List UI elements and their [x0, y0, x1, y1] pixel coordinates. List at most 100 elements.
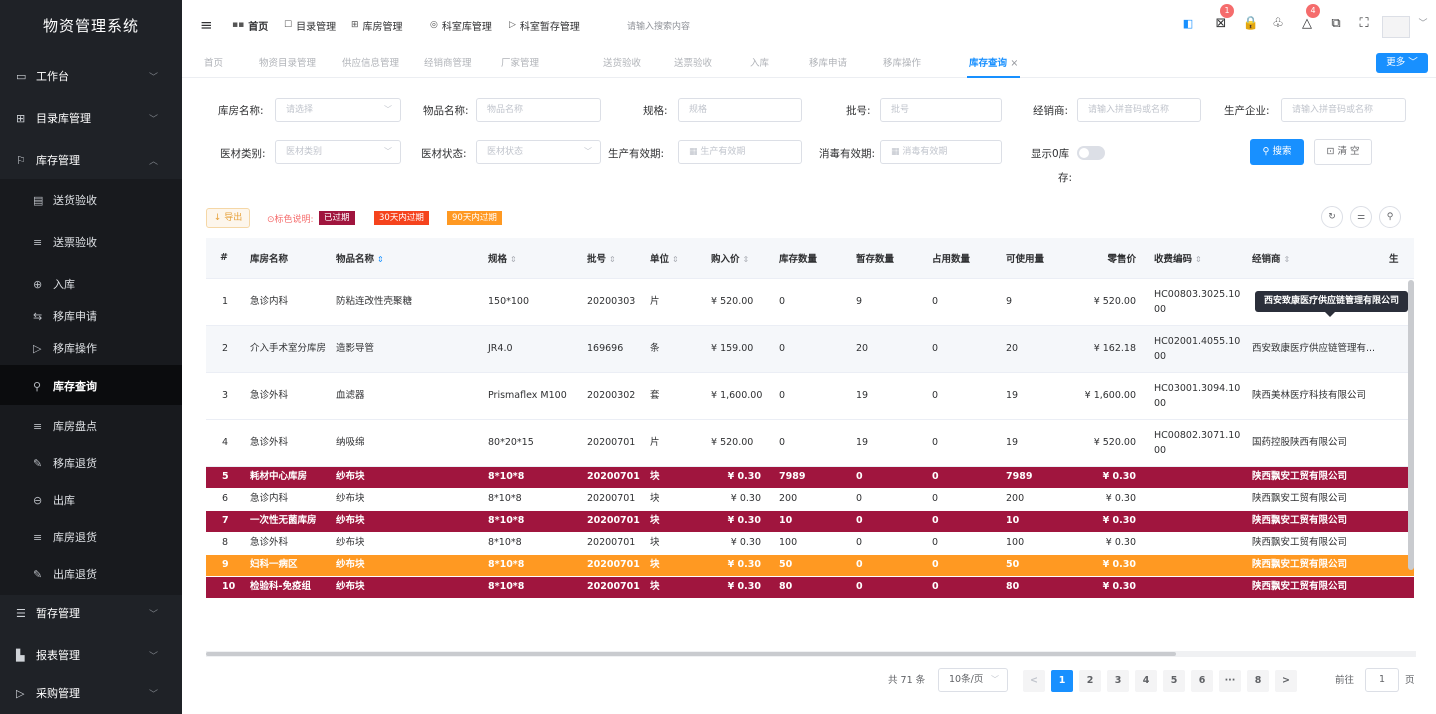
theme-shirt-icon[interactable]: ♧ [1267, 13, 1289, 35]
tab-stock-in[interactable]: 入库 [750, 50, 769, 78]
page-1-button[interactable]: 1 [1051, 670, 1073, 692]
sort-icon[interactable]: ⇕ [1195, 255, 1202, 264]
dealer-input[interactable]: 请输入拼音码或名称 [1077, 98, 1201, 122]
fullscreen-icon[interactable]: ⛶ [1353, 13, 1375, 35]
tab-home[interactable]: 首页 [204, 50, 223, 78]
sidebar-item-stocktaking[interactable]: ≡ 库房盘点 [0, 405, 182, 447]
table-row[interactable]: 3 急诊外科 血滤器 Prismaflex M100 20200302 套 ¥ … [206, 372, 1414, 420]
avatar[interactable] [1382, 16, 1410, 38]
next-page-button[interactable]: > [1275, 670, 1297, 692]
topnav-warehouse[interactable]: ⊞ 库房管理 [351, 0, 403, 50]
sidebar-item-invoice-check[interactable]: ≡ 送票验收 [0, 221, 182, 263]
sidebar-item-outbound-return[interactable]: ✎ 出库退货 [0, 553, 182, 595]
page-size-select[interactable]: 10条/页 ﹀ [938, 668, 1008, 692]
sidebar-item-delivery-check[interactable]: ▤ 送货验收 [0, 179, 182, 221]
sidebar-section-temp-storage[interactable]: ☰ 暂存管理 ﹀ [0, 592, 182, 634]
tab-transfer-operation[interactable]: 移库操作 [883, 50, 921, 78]
tab-delivery-check[interactable]: 送货验收 [603, 50, 641, 78]
translate-icon[interactable]: ⧉ [1325, 13, 1347, 35]
maker-input[interactable]: 请输入拼音码或名称 [1281, 98, 1406, 122]
spec-input[interactable]: 规格 [678, 98, 802, 122]
app-icon[interactable]: ◧ [1177, 13, 1199, 35]
close-icon[interactable]: × [1010, 58, 1018, 69]
sidebar-section-workbench[interactable]: ▭ 工作台 ﹀ [0, 55, 182, 97]
col-header-batch[interactable]: 批号 ⇕ [577, 238, 640, 279]
topnav-dept-warehouse[interactable]: ◎ 科室库管理 [430, 0, 492, 50]
table-row-expired[interactable]: 7 一次性无菌库房 纱布块 8*10*8 20200701 块 ¥ 0.30 1… [206, 510, 1414, 533]
sort-icon[interactable]: ⇕ [672, 255, 679, 264]
sidebar-section-inventory[interactable]: ⚐ 库存管理 ︿ [0, 139, 182, 181]
col-header-dealer[interactable]: 经销商 ⇕ [1242, 238, 1379, 279]
page-5-button[interactable]: 5 [1163, 670, 1185, 692]
tab-manufacturer[interactable]: 厂家管理 [501, 50, 539, 78]
cell-index: 6 [206, 488, 240, 511]
warehouse-select[interactable]: 请选择 ﹀ [275, 98, 401, 122]
refresh-icon[interactable]: ↻ [1321, 206, 1343, 228]
sort-icon[interactable]: ⇕ [743, 255, 750, 264]
prod-expiry-date-picker[interactable]: ▦ 生产有效期 [678, 140, 802, 164]
page-3-button[interactable]: 3 [1107, 670, 1129, 692]
page-2-button[interactable]: 2 [1079, 670, 1101, 692]
tab-invoice-check[interactable]: 送票验收 [674, 50, 712, 78]
status-select[interactable]: 医材状态 ﹀ [476, 140, 601, 164]
search-toggle-icon[interactable]: ⚲ [1379, 206, 1401, 228]
sidebar-item-stock-out[interactable]: ⊖ 出库 [0, 479, 182, 521]
page-6-button[interactable]: 6 [1191, 670, 1213, 692]
scrollbar-thumb[interactable] [206, 652, 1176, 656]
export-button[interactable]: ↓ 导出 [206, 208, 250, 228]
batch-input[interactable]: 批号 [880, 98, 1002, 122]
edit-icon: ✎ [33, 567, 43, 581]
hamburger-icon[interactable]: ≡ [200, 0, 213, 50]
col-header-unit[interactable]: 单位 ⇕ [640, 238, 701, 279]
tab-transfer-request[interactable]: 移库申请 [809, 50, 847, 78]
tab-supply-info[interactable]: 供应信息管理 [342, 50, 399, 78]
col-header-item[interactable]: 物品名称 ⇕ [326, 238, 478, 279]
tab-catalog[interactable]: 物资目录管理 [259, 50, 316, 78]
table-row[interactable]: 2 介入手术室分库房 造影导管 JR4.0 169696 条 ¥ 159.00 … [206, 325, 1414, 373]
table-row[interactable]: 4 急诊外科 纳吸绵 80*20*15 20200701 片 ¥ 520.00 … [206, 419, 1414, 467]
category-select[interactable]: 医材类别 ﹀ [275, 140, 401, 164]
show-zero-stock-toggle[interactable] [1077, 146, 1105, 160]
clear-button[interactable]: ⊡ 清 空 [1314, 139, 1372, 165]
sidebar-section-catalog[interactable]: ⊞ 目录库管理 ﹀ [0, 97, 182, 139]
sort-icon[interactable]: ⇕ [1284, 255, 1291, 264]
table-row[interactable]: 1 急诊内科 防粘连改性壳聚糖 150*100 20200303 片 ¥ 520… [206, 278, 1414, 326]
page-8-button[interactable]: 8 [1247, 670, 1269, 692]
lock-icon[interactable]: 🔒 [1240, 13, 1262, 35]
goto-page-input[interactable]: 1 [1365, 668, 1399, 692]
sidebar-section-reports[interactable]: ▙ 报表管理 ﹀ [0, 634, 182, 676]
sidebar-section-purchasing[interactable]: ▷ 采购管理 ﹀ [0, 672, 182, 714]
tab-stock-query[interactable]: 库存查询 × [967, 50, 1021, 78]
page-4-button[interactable]: 4 [1135, 670, 1157, 692]
top-search-input[interactable]: 请输入搜索内容 [627, 0, 690, 50]
topnav-dept-temp[interactable]: ▷ 科室暂存管理 [509, 0, 580, 50]
table-vertical-scrollbar[interactable] [1408, 280, 1414, 570]
table-horizontal-scrollbar[interactable] [206, 651, 1416, 657]
sort-icon[interactable]: ⇕ [609, 255, 616, 264]
column-settings-icon[interactable]: ⚌ [1350, 206, 1372, 228]
chevron-down-icon[interactable]: ﹀ [1412, 13, 1434, 35]
table-row-expired[interactable]: 5 耗材中心库房 纱布块 8*10*8 20200701 块 ¥ 0.30 79… [206, 466, 1414, 489]
tab-dealer[interactable]: 经销商管理 [424, 50, 472, 78]
item-input[interactable]: 物品名称 [476, 98, 601, 122]
sidebar-item-stock-query[interactable]: ⚲ 库存查询 [0, 365, 182, 407]
col-header-spec[interactable]: 规格 ⇕ [478, 238, 577, 279]
sidebar-item-warehouse-return[interactable]: ≡ 库房退货 [0, 516, 182, 558]
more-pages-button[interactable]: ··· [1219, 670, 1241, 692]
table-row-90-days[interactable]: 9 妇科一病区 纱布块 8*10*8 20200701 块 ¥ 0.30 50 … [206, 554, 1414, 577]
table-row[interactable]: 6 急诊内科 纱布块 8*10*8 20200701 块 ¥ 0.30 200 … [206, 488, 1414, 511]
col-header-code[interactable]: 收费编码 ⇕ [1144, 238, 1242, 279]
table-row[interactable]: 8 急诊外科 纱布块 8*10*8 20200701 块 ¥ 0.30 100 … [206, 532, 1414, 555]
sidebar-item-transfer-return[interactable]: ✎ 移库退货 [0, 442, 182, 484]
sort-icon[interactable]: ⇕ [377, 255, 384, 264]
steril-expiry-date-picker[interactable]: ▦ 消毒有效期 [880, 140, 1002, 164]
search-button[interactable]: ⚲ 搜索 [1250, 139, 1304, 165]
topnav-catalog[interactable]: ☐ 目录管理 [284, 0, 336, 50]
sort-icon[interactable]: ⇕ [510, 255, 517, 264]
table-row-expired[interactable]: 10 检验科-免疫组 纱布块 8*10*8 20200701 块 ¥ 0.30 … [206, 576, 1414, 599]
sidebar-item-transfer-operation[interactable]: ▷ 移库操作 [0, 327, 182, 369]
topnav-home[interactable]: ▪▪ 首页 [232, 0, 268, 50]
more-tabs-button[interactable]: 更多 ﹀ [1376, 53, 1428, 73]
col-header-price[interactable]: 购入价 ⇕ [701, 238, 769, 279]
prev-page-button[interactable]: < [1023, 670, 1045, 692]
